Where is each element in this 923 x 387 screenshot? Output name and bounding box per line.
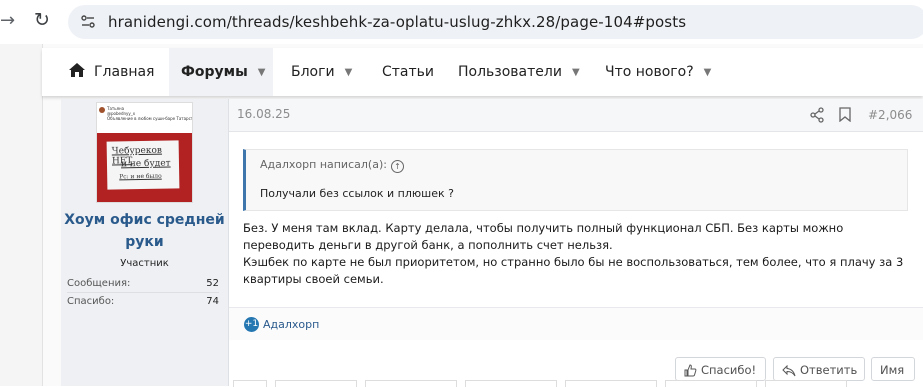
avatar-photo: Чебуреков НЕТ и не будет Pc: и не было — [97, 133, 192, 202]
post-body-line: Кэшбек по карте не был приоритетом, но с… — [243, 255, 904, 269]
post-number[interactable]: #2,066 — [868, 108, 912, 122]
reload-icon[interactable]: ↻ — [34, 9, 50, 31]
site-info-icon[interactable] — [80, 14, 96, 30]
username-link[interactable]: Хоум офис средней руки — [61, 209, 228, 253]
browser-toolbar: → ↻ hranidengi.com/threads/keshbehk-za-o… — [0, 0, 923, 44]
chevron-down-icon[interactable]: ▼ — [704, 67, 712, 78]
thanks-button-label: Спасибо! — [701, 363, 757, 377]
chevron-down-icon[interactable]: ▼ — [258, 67, 266, 78]
stat-label: Сообщения: — [67, 278, 131, 289]
avatar-sign-line3: Pc: и не было — [119, 172, 162, 181]
share-icon[interactable] — [810, 107, 824, 123]
avatar-sign-line2: и не будет — [120, 158, 171, 170]
post-body-line: переводить деньги в другой банк, а попол… — [243, 238, 613, 252]
username-line2: руки — [125, 234, 164, 250]
nav-articles[interactable]: Статьи — [382, 48, 434, 96]
quote-author: Адалхорп написал(а): — [260, 158, 387, 171]
nav-users-label: Пользователи — [458, 64, 562, 80]
post-body: Без. У меня там вклад. Карту делала, что… — [243, 220, 913, 288]
username-line1: Хоум офис средней — [64, 212, 225, 228]
chevron-down-icon[interactable]: ▼ — [572, 67, 580, 78]
url-text[interactable]: hranidengi.com/threads/keshbehk-za-oplat… — [108, 13, 686, 31]
stat-value: 52 — [206, 278, 219, 289]
post-body-line: квартиры своей семьи. — [243, 272, 384, 286]
forum-navigation: Главная Форумы ▼ Блоги ▼ Статьи Пользовате… — [42, 48, 923, 96]
nav-users[interactable]: Пользователи ▼ — [458, 48, 580, 96]
stat-thanks: Спасибо: 74 — [67, 296, 219, 307]
plus-one-reaction-icon: +1 — [244, 317, 259, 332]
thumbs-up-icon — [684, 364, 697, 377]
post-date[interactable]: 16.08.25 — [237, 107, 290, 121]
left-gutter — [0, 44, 43, 386]
reaction-user-link[interactable]: Адалхорп — [263, 318, 319, 331]
avatar-heading-text: Татьяна @pobednyy_x Объявление в любом с… — [107, 106, 193, 121]
forward-arrow-icon[interactable]: → — [0, 10, 15, 31]
quote-text: Получали без ссылок и плюшек ? — [260, 187, 454, 200]
nav-forums[interactable]: Форумы ▼ — [169, 48, 273, 96]
stat-label: Спасибо: — [67, 296, 115, 307]
avatar[interactable]: Татьяна @pobednyy_x Объявление в любом с… — [96, 102, 193, 203]
quote-header[interactable]: Адалхорп написал(а): ↑ — [260, 158, 404, 173]
nav-whats-new-label: Что нового? — [605, 64, 694, 80]
stat-messages: Сообщения: 52 — [67, 278, 219, 289]
home-icon — [69, 63, 85, 77]
bookmark-icon[interactable] — [839, 107, 851, 122]
reply-button[interactable]: Ответить — [773, 357, 865, 381]
nav-blogs-label: Блоги — [291, 64, 335, 80]
avatar-sign: Чебуреков НЕТ и не будет Pc: и не было — [106, 140, 180, 190]
chevron-down-icon[interactable]: ▼ — [345, 67, 353, 78]
next-post-edge — [229, 380, 923, 387]
post-body-line: Без. У меня там вклад. Карту делала, что… — [243, 221, 844, 235]
avatar-mini-profile-icon — [99, 107, 105, 113]
name-button-label: Имя — [880, 363, 905, 377]
reply-arrow-icon — [782, 364, 796, 377]
nav-articles-label: Статьи — [382, 64, 435, 80]
stat-value: 74 — [206, 296, 219, 307]
nav-forums-label: Форумы — [181, 64, 248, 80]
quote-block: Адалхорп написал(а): ↑ Получали без ссыло… — [243, 149, 908, 211]
thanks-button[interactable]: Спасибо! — [675, 357, 766, 381]
name-button[interactable]: Имя — [871, 357, 915, 381]
nav-whats-new[interactable]: Что нового? ▼ — [605, 48, 711, 96]
address-bar[interactable]: hranidengi.com/threads/keshbehk-za-oplat… — [68, 5, 923, 39]
post: 16.08.25 #2,066 Адалхорп написал(а): ↑ По… — [229, 99, 923, 386]
nav-home[interactable]: Главная — [68, 48, 154, 96]
nav-blogs[interactable]: Блоги ▼ — [291, 48, 352, 96]
arrow-up-circle-icon[interactable]: ↑ — [390, 160, 404, 173]
post-header: 16.08.25 #2,066 — [229, 99, 923, 132]
user-info-panel: Татьяна @pobednyy_x Объявление в любом с… — [61, 99, 229, 386]
nav-home-label: Главная — [94, 64, 155, 80]
user-title: Участник — [120, 258, 169, 269]
reactions-bar: +1 Адалхорп — [229, 307, 923, 340]
divider — [67, 292, 219, 293]
reply-button-label: Ответить — [800, 363, 858, 377]
